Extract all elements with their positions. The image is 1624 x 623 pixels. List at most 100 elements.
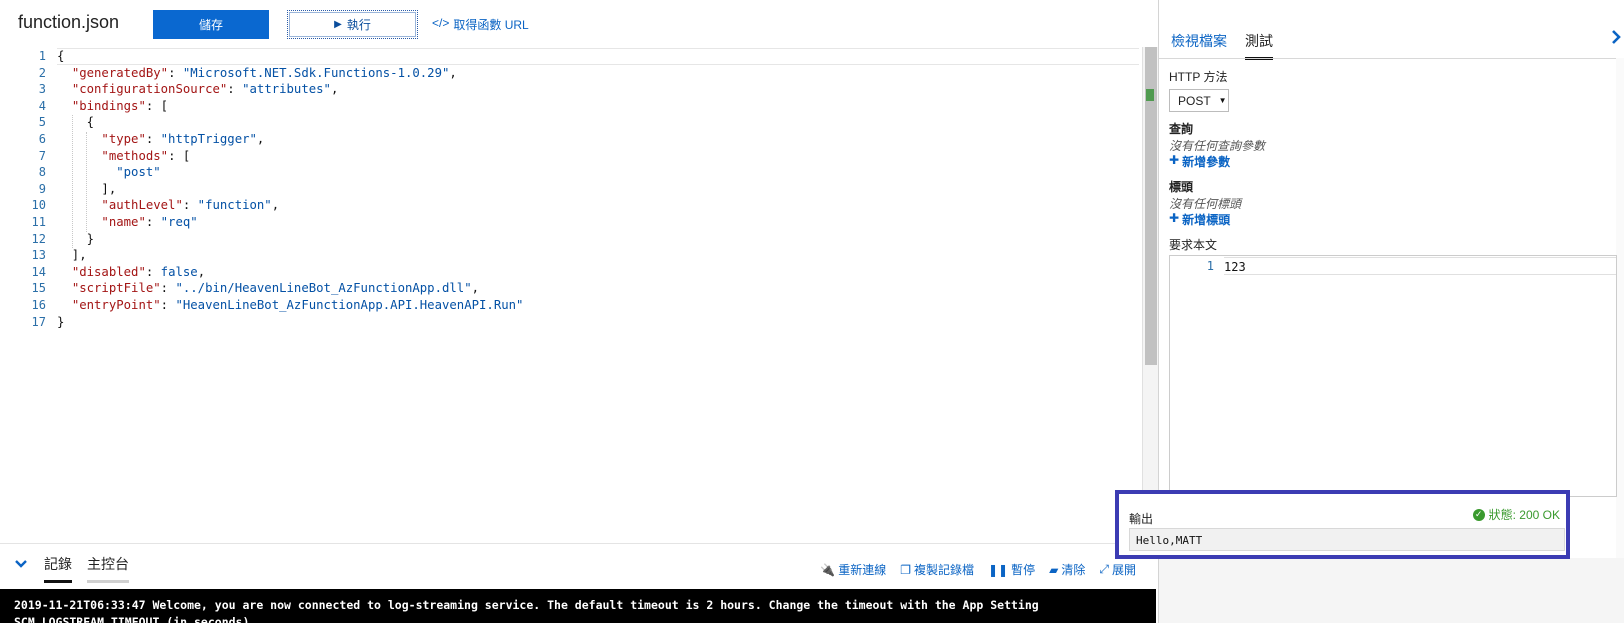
add-header-link[interactable]: ✚ 新增標頭 <box>1169 211 1230 228</box>
expand-icon: ⤢ <box>1099 562 1109 576</box>
tab-view-files[interactable]: 檢視檔案 <box>1171 31 1227 60</box>
copy-logs-label: 複製記錄檔 <box>913 563 974 577</box>
pause-label: 暫停 <box>1011 563 1036 577</box>
line-number: 9 <box>38 181 46 196</box>
code-line[interactable]: "entryPoint": "HeavenLineBot_AzFunctionA… <box>57 298 524 315</box>
check-circle-icon: ✓ <box>1472 508 1485 521</box>
line-number: 4 <box>38 98 46 113</box>
code-line[interactable]: "configurationSource": "attributes", <box>57 82 339 99</box>
pause-icon: ❚❚ <box>988 562 1009 577</box>
code-line[interactable]: "generatedBy": "Microsoft.NET.Sdk.Functi… <box>57 66 457 83</box>
log-line: 2019-11-21T06:33:47 Welcome, you are now… <box>14 598 1039 612</box>
indent-guide <box>72 115 73 249</box>
tab-test[interactable]: 測試 <box>1245 31 1273 60</box>
code-token: "bindings" <box>71 98 146 113</box>
code-icon: </> <box>432 16 450 30</box>
code-line[interactable]: { <box>57 115 94 132</box>
status-text: 狀態: 200 OK <box>1488 508 1560 522</box>
code-line[interactable]: "type": "httpTrigger", <box>57 132 264 149</box>
caret-down-icon: ▼ <box>1218 96 1227 105</box>
test-pane-tabs: 檢視檔案 測試 <box>1171 31 1273 60</box>
output-label: 輸出 <box>1129 512 1154 526</box>
code-token: : <box>160 298 176 312</box>
run-button[interactable]: ▶ 執行 <box>287 10 418 39</box>
code-line[interactable]: "authLevel": "function", <box>57 198 279 215</box>
line-number: 7 <box>38 148 46 163</box>
line-number: 1 <box>38 49 46 63</box>
code-line[interactable]: "scriptFile": "../bin/HeavenLineBot_AzFu… <box>57 281 479 298</box>
add-param-link[interactable]: ✚ 新增參數 <box>1169 153 1230 170</box>
request-body-editor[interactable]: 1 123 <box>1169 255 1617 497</box>
editor-scrollbar[interactable] <box>1142 47 1158 543</box>
code-token: ], <box>57 248 87 263</box>
editor-toolbar: function.json 儲存 ▶ 執行 </> 取得函數 URL <box>0 0 1158 46</box>
code-token: false <box>160 264 198 279</box>
line-number: 3 <box>38 82 46 97</box>
no-headers-text: 沒有任何標頭 <box>1169 197 1242 211</box>
run-label: 執行 <box>346 18 371 32</box>
line-number: 2 <box>38 65 46 80</box>
expand-button[interactable]: ⤢ 展開 <box>1099 561 1136 578</box>
copy-logs-button[interactable]: ❐ 複製記錄檔 <box>900 561 974 578</box>
log-panel-header: 記錄 主控台 🔌 重新連線 ❐ 複製記錄檔 ❚❚ 暫停 ▰ 清除 ⤢ 展開 <box>0 543 1158 589</box>
line-number: 12 <box>31 231 46 246</box>
output-section: 輸出 ✓ 狀態: 200 OK Hello,MATT <box>1115 490 1570 559</box>
code-token: "methods" <box>101 148 169 163</box>
current-line-highlight <box>57 48 1139 65</box>
code-token: : <box>160 281 176 296</box>
get-function-url-link[interactable]: </> 取得函數 URL <box>432 16 529 33</box>
reconnect-label: 重新連線 <box>838 563 887 577</box>
log-stream-output: 2019-11-21T06:33:47 Welcome, you are now… <box>0 589 1156 623</box>
code-token: : [ <box>168 148 191 163</box>
save-button[interactable]: 儲存 <box>153 10 269 39</box>
clear-icon: ▰ <box>1049 562 1059 577</box>
chevron-down-icon[interactable] <box>14 557 28 571</box>
test-pane-scrollbar[interactable] <box>1616 58 1624 623</box>
code-token: } <box>57 314 65 329</box>
code-token: "entryPoint" <box>71 298 161 312</box>
line-number: 10 <box>31 198 46 213</box>
code-area[interactable]: { "generatedBy": "Microsoft.NET.Sdk.Func… <box>57 47 1139 543</box>
code-line[interactable]: } <box>57 315 64 332</box>
reconnect-button[interactable]: 🔌 重新連線 <box>820 561 886 578</box>
code-token: , <box>271 198 280 213</box>
pause-button[interactable]: ❚❚ 暫停 <box>988 561 1035 578</box>
code-line[interactable]: { <box>57 49 64 66</box>
line-number: 5 <box>38 115 46 130</box>
code-line[interactable]: } <box>57 232 94 249</box>
tab-logs[interactable]: 記錄 <box>44 554 72 583</box>
http-method-label: HTTP 方法 <box>1169 70 1228 84</box>
line-number: 11 <box>31 215 46 229</box>
code-token: "Microsoft.NET.Sdk.Functions-1.0.29" <box>182 65 450 80</box>
plug-icon: 🔌 <box>820 562 836 577</box>
indent-guide <box>86 132 87 232</box>
code-line[interactable]: "bindings": [ <box>57 99 168 116</box>
chevron-right-icon[interactable] <box>1610 28 1622 51</box>
code-token: "post" <box>116 165 161 180</box>
clear-button[interactable]: ▰ 清除 <box>1049 561 1085 578</box>
code-token: "generatedBy" <box>71 65 169 80</box>
line-number: 15 <box>31 281 46 296</box>
code-token: { <box>57 115 95 130</box>
request-body-line[interactable]: 123 <box>1224 257 1616 275</box>
plus-icon: ✚ <box>1169 211 1180 225</box>
code-token: "../bin/HeavenLineBot_AzFunctionApp.dll" <box>175 281 472 296</box>
code-token: : [ <box>145 98 169 113</box>
code-line[interactable]: "name": "req" <box>57 215 197 232</box>
http-method-select[interactable]: POST ▼ <box>1169 89 1229 112</box>
code-line[interactable]: "methods": [ <box>57 149 190 166</box>
code-line[interactable]: "disabled": false, <box>57 265 205 282</box>
code-line[interactable]: ], <box>57 248 87 265</box>
code-token: : <box>145 215 161 229</box>
line-number: 16 <box>31 298 46 312</box>
code-token: "name" <box>101 215 146 229</box>
code-editor[interactable]: 1 2 3 4 5 6 7 8 9 10 11 12 13 14 15 16 17 { "generatedBy… <box>0 47 1158 543</box>
line-number-gutter: 1 2 3 4 5 6 7 8 9 10 11 12 13 14 15 16 17 <box>0 47 52 543</box>
code-token: { <box>57 49 65 63</box>
tab-console[interactable]: 主控台 <box>87 554 129 583</box>
code-token: , <box>197 264 206 279</box>
